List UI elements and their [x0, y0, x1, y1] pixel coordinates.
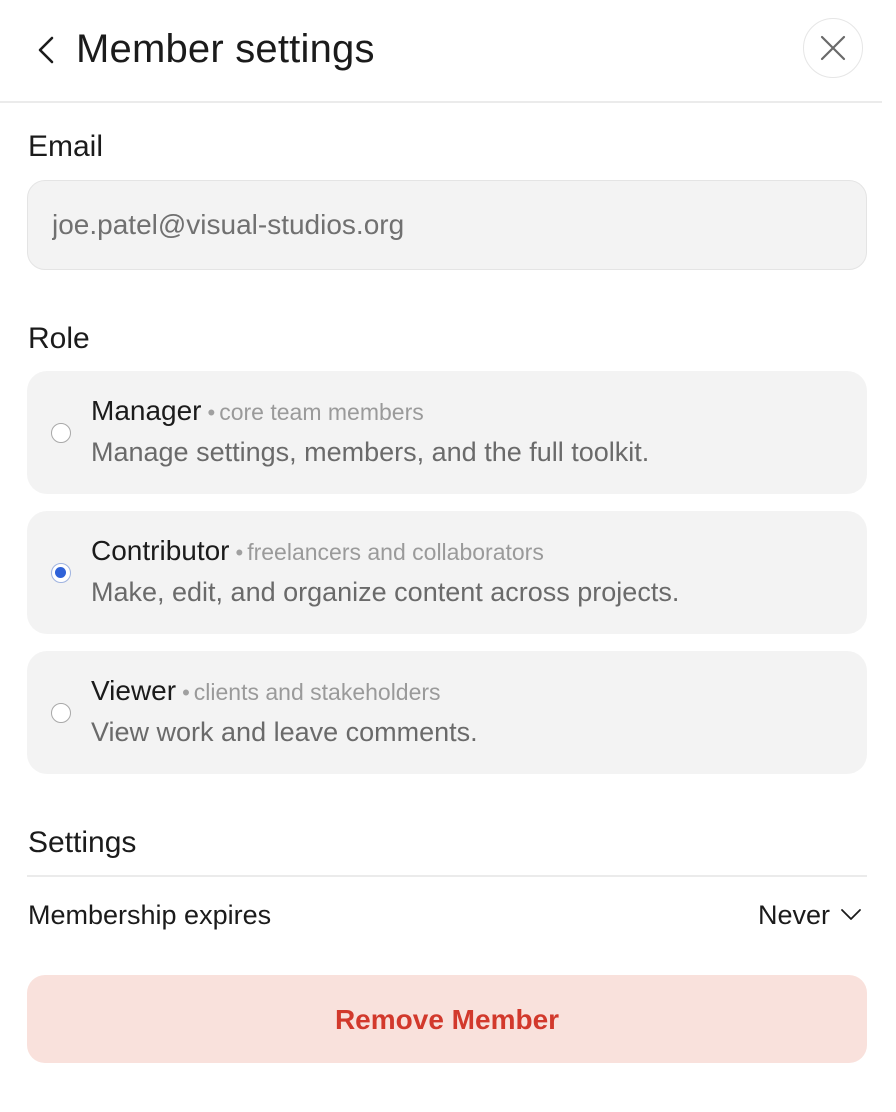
role-tag: core team members: [219, 399, 424, 425]
membership-expires-select[interactable]: Never: [758, 896, 862, 934]
role-option-contributor[interactable]: Contributor • freelancers and collaborator…: [27, 511, 867, 634]
member-settings-panel: Member settings Email Role Manager•core …: [0, 0, 882, 1100]
header: Member settings: [0, 0, 882, 103]
role-name: Viewer: [91, 675, 177, 706]
role-option-viewer[interactable]: Viewer • clients and stakeholders View wor…: [27, 651, 867, 774]
chevron-left-icon: [38, 36, 54, 64]
expires-value: Never: [757, 899, 830, 930]
role-heading: Manager • core team members: [91, 395, 424, 427]
role-label: Role: [28, 322, 90, 355]
role-radio-viewer[interactable]: [51, 703, 71, 723]
role-heading: Viewer • clients and stakeholders: [91, 675, 441, 707]
role-description: Make, edit, and organize content across …: [91, 577, 680, 607]
membership-expires-label: Membership expires: [28, 900, 272, 930]
role-tag: freelancers and collaborators: [247, 539, 544, 565]
bullet-dot: •: [207, 400, 216, 425]
role-radio-contributor[interactable]: [51, 563, 71, 583]
close-button[interactable]: [803, 18, 863, 78]
settings-label: Settings: [28, 826, 137, 859]
email-label: Email: [28, 130, 104, 163]
back-button[interactable]: [30, 28, 66, 72]
role-tag: clients and stakeholders: [193, 679, 441, 705]
divider: [27, 875, 867, 877]
bullet-dot: •: [235, 540, 244, 565]
role-radio-manager[interactable]: [51, 423, 71, 443]
bullet-dot: •: [182, 680, 190, 705]
role-description: Manage settings, members, and the full t…: [91, 437, 650, 467]
chevron-down-icon: [841, 909, 861, 920]
role-name: Manager: [91, 395, 202, 426]
role-description: View work and leave comments.: [91, 717, 478, 747]
email-field[interactable]: [27, 180, 867, 270]
close-icon: [820, 35, 846, 61]
role-heading: Contributor • freelancers and collaborator…: [91, 535, 544, 567]
remove-member-button[interactable]: Remove Member: [27, 975, 867, 1063]
page-title: Member settings: [76, 27, 375, 71]
role-option-manager[interactable]: Manager • core team members Manage setting…: [27, 371, 867, 494]
role-name: Contributor: [91, 535, 230, 566]
